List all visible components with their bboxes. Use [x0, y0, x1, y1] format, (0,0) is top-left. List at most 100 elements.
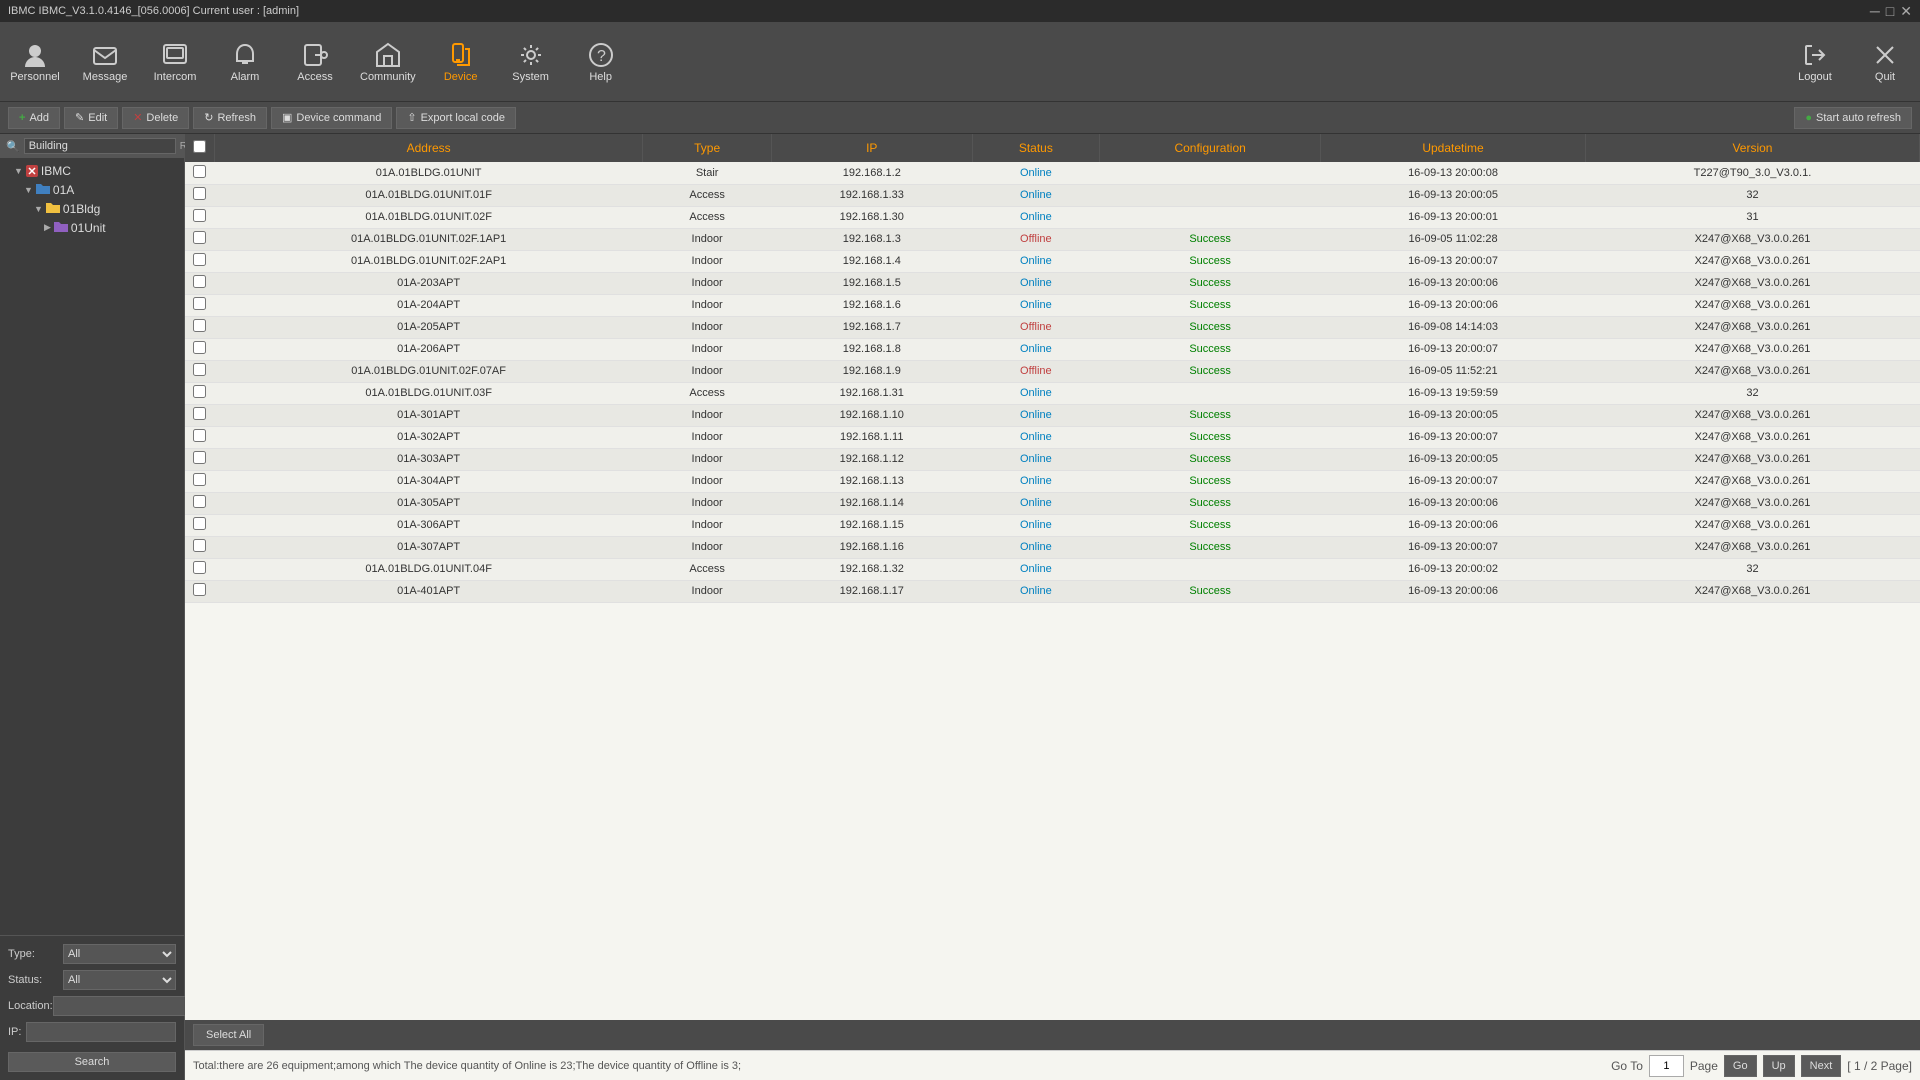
status-text: Total:there are 26 equipment;among which…: [193, 1060, 741, 1072]
row-address: 01A-302APT: [215, 426, 643, 448]
row-type: Access: [643, 382, 772, 404]
toolbar-personnel-label: Personnel: [10, 71, 60, 83]
export-local-code-button[interactable]: ⇧ Export local code: [396, 107, 516, 129]
row-address: 01A-303APT: [215, 448, 643, 470]
type-select[interactable]: All Indoor Outdoor Access Stair: [63, 944, 176, 964]
search-button[interactable]: Search: [8, 1052, 176, 1072]
minimize-button[interactable]: ─: [1870, 3, 1880, 20]
row-type: Indoor: [643, 492, 772, 514]
up-button[interactable]: Up: [1763, 1055, 1795, 1077]
row-type: Indoor: [643, 580, 772, 602]
select-all-header-checkbox[interactable]: [193, 140, 206, 153]
tree-node-01bldg[interactable]: ▼ 01Bldg: [0, 199, 184, 218]
row-checkbox[interactable]: [193, 451, 206, 464]
row-checkbox[interactable]: [193, 319, 206, 332]
toolbar-logout[interactable]: Logout: [1790, 41, 1840, 83]
toolbar-community[interactable]: Community: [360, 41, 416, 83]
toolbar-quit[interactable]: Quit: [1860, 41, 1910, 83]
row-checkbox[interactable]: [193, 275, 206, 288]
row-version: 32: [1585, 558, 1919, 580]
toolbar-alarm[interactable]: Alarm: [220, 41, 270, 83]
auto-refresh-button[interactable]: ● Start auto refresh: [1794, 107, 1912, 129]
delete-button[interactable]: ✕ Delete: [122, 107, 189, 129]
svg-text:?: ?: [597, 48, 606, 65]
refresh-button[interactable]: ↻ Refresh: [193, 107, 267, 129]
toolbar-personnel[interactable]: Personnel: [10, 41, 60, 83]
tree-node-01a[interactable]: ▼ 01A: [0, 180, 184, 199]
row-config: [1100, 162, 1321, 184]
type-label: Type:: [8, 948, 63, 960]
toolbar-help-label: Help: [589, 71, 612, 83]
toolbar-system[interactable]: System: [506, 41, 556, 83]
add-button[interactable]: + Add: [8, 107, 60, 129]
row-version: X247@X68_V3.0.0.261: [1585, 448, 1919, 470]
toolbar-message[interactable]: Message: [80, 41, 130, 83]
row-address: 01A-206APT: [215, 338, 643, 360]
row-checkbox[interactable]: [193, 231, 206, 244]
row-checkbox-cell: [185, 514, 215, 536]
row-address: 01A-205APT: [215, 316, 643, 338]
row-checkbox-cell: [185, 338, 215, 360]
row-checkbox[interactable]: [193, 407, 206, 420]
sidebar-filters: Type: All Indoor Outdoor Access Stair St…: [0, 935, 184, 1080]
row-type: Indoor: [643, 272, 772, 294]
titlebar-title: IBMC IBMC_V3.1.0.4146_[056.0006] Current…: [8, 5, 299, 17]
content-area: Address Type IP Status Configuration Upd…: [185, 134, 1920, 1080]
row-updatetime: 16-09-13 20:00:07: [1321, 536, 1586, 558]
toolbar-access[interactable]: Access: [290, 41, 340, 83]
row-checkbox[interactable]: [193, 473, 206, 486]
maximize-button[interactable]: □: [1886, 3, 1894, 20]
row-checkbox-cell: [185, 558, 215, 580]
row-checkbox[interactable]: [193, 209, 206, 222]
building-search-input[interactable]: [24, 138, 176, 154]
tree-node-ibmc[interactable]: ▼ IBMC: [0, 162, 184, 180]
toolbar-community-label: Community: [360, 71, 416, 83]
row-address: 01A-304APT: [215, 470, 643, 492]
row-version: X247@X68_V3.0.0.261: [1585, 272, 1919, 294]
select-all-button[interactable]: Select All: [193, 1024, 264, 1046]
next-button[interactable]: Next: [1801, 1055, 1842, 1077]
location-input[interactable]: [53, 996, 203, 1016]
row-status: Online: [972, 294, 1100, 316]
close-button[interactable]: ✕: [1900, 3, 1912, 20]
row-checkbox[interactable]: [193, 165, 206, 178]
row-checkbox[interactable]: [193, 495, 206, 508]
row-checkbox[interactable]: [193, 517, 206, 530]
toolbar-device[interactable]: Device: [436, 41, 486, 83]
go-button[interactable]: Go: [1724, 1055, 1757, 1077]
row-checkbox[interactable]: [193, 561, 206, 574]
row-type: Indoor: [643, 404, 772, 426]
row-checkbox[interactable]: [193, 429, 206, 442]
row-updatetime: 16-09-13 20:00:07: [1321, 426, 1586, 448]
row-status: Online: [972, 558, 1100, 580]
row-status: Online: [972, 404, 1100, 426]
tree-node-01unit[interactable]: ▶ 01Unit: [0, 218, 184, 237]
row-checkbox[interactable]: [193, 363, 206, 376]
row-checkbox[interactable]: [193, 187, 206, 200]
row-status: Offline: [972, 360, 1100, 382]
toolbar-intercom[interactable]: Intercom: [150, 41, 200, 83]
folder-icon: [46, 201, 60, 216]
row-checkbox[interactable]: [193, 583, 206, 596]
page-number-input[interactable]: 1: [1649, 1055, 1684, 1077]
location-label: Location:: [8, 1000, 53, 1012]
toolbar-message-label: Message: [83, 71, 128, 83]
row-type: Indoor: [643, 360, 772, 382]
row-ip: 192.168.1.3: [771, 228, 972, 250]
row-status: Online: [972, 580, 1100, 602]
table-row: 01A.01BLDG.01UNIT.04F Access 192.168.1.3…: [185, 558, 1920, 580]
row-checkbox[interactable]: [193, 253, 206, 266]
edit-button[interactable]: ✎ Edit: [64, 107, 118, 129]
expand-icon: ▶: [44, 222, 51, 233]
row-address: 01A-301APT: [215, 404, 643, 426]
row-checkbox[interactable]: [193, 341, 206, 354]
actionbar: + Add ✎ Edit ✕ Delete ↻ Refresh ▣ Device…: [0, 102, 1920, 134]
toolbar-help[interactable]: ? Help: [576, 41, 626, 83]
status-select[interactable]: All Online Offline: [63, 970, 176, 990]
device-command-button[interactable]: ▣ Device command: [271, 107, 392, 129]
row-checkbox[interactable]: [193, 297, 206, 310]
row-checkbox[interactable]: [193, 539, 206, 552]
ip-input[interactable]: [26, 1022, 176, 1042]
row-status: Online: [972, 426, 1100, 448]
row-checkbox[interactable]: [193, 385, 206, 398]
